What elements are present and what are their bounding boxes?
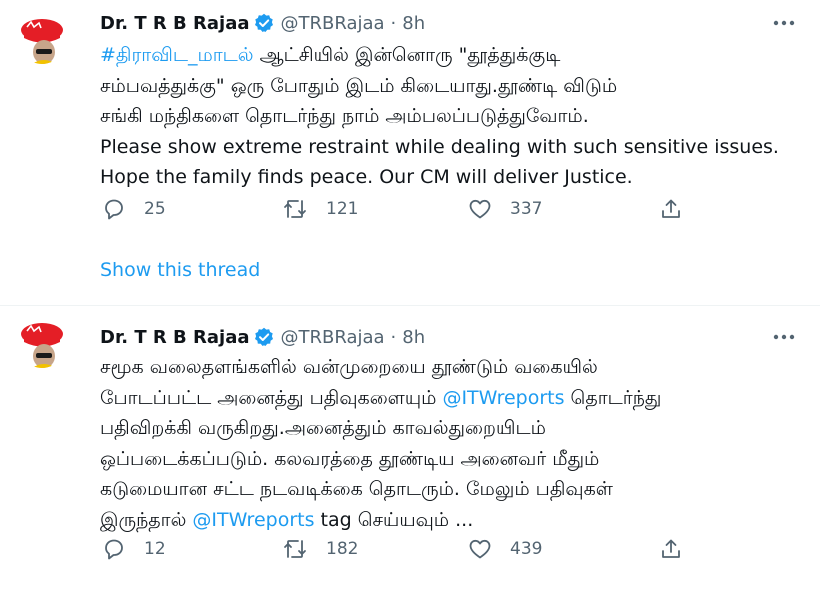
heart-icon: [468, 197, 492, 221]
reply-icon: [102, 197, 126, 221]
share-icon: [659, 197, 683, 221]
author-handle[interactable]: @TRBRajaa: [280, 13, 384, 34]
tweet-text: #திராவிட_மாடல் ஆட்சியில் இன்னொரு "தூத்து…: [100, 40, 790, 193]
reply-count: 25: [144, 199, 166, 219]
tweet-timestamp[interactable]: 8h: [402, 13, 425, 34]
tweet-timestamp[interactable]: 8h: [402, 327, 425, 348]
more-options-icon[interactable]: [770, 12, 798, 34]
separator-dot: ·: [390, 326, 397, 348]
retweet-button[interactable]: 182: [282, 536, 358, 562]
verified-badge-icon: [254, 327, 274, 347]
share-icon: [659, 537, 683, 561]
tweet[interactable]: Dr. T R B Rajaa @TRBRajaa · 8h சமூக வலைத…: [0, 306, 820, 600]
verified-badge-icon: [254, 13, 274, 33]
tweet-actions: 25 121 337: [100, 196, 700, 222]
separator-dot: ·: [390, 12, 397, 34]
heart-icon: [468, 537, 492, 561]
like-button[interactable]: 439: [468, 536, 542, 562]
retweet-icon: [282, 197, 308, 221]
share-button[interactable]: [659, 536, 683, 562]
tweet[interactable]: Dr. T R B Rajaa @TRBRajaa · 8h #திராவிட_…: [0, 0, 820, 305]
tweet-header: Dr. T R B Rajaa @TRBRajaa · 8h: [100, 11, 425, 35]
retweet-count: 121: [326, 199, 359, 219]
tweet-body: tag செய்யவும் ...: [314, 508, 474, 531]
profile-avatar[interactable]: [18, 16, 66, 64]
like-count: 337: [510, 199, 543, 219]
retweet-button[interactable]: 121: [282, 196, 358, 222]
profile-avatar[interactable]: [18, 320, 66, 368]
mention-link[interactable]: @ITWreports: [442, 387, 564, 409]
tweet-actions: 12 182 439: [100, 536, 700, 562]
author-handle[interactable]: @TRBRajaa: [280, 327, 384, 348]
show-thread-link[interactable]: Show this thread: [100, 259, 260, 281]
reply-icon: [102, 537, 126, 561]
reply-button[interactable]: 25: [102, 196, 166, 222]
tweet-header: Dr. T R B Rajaa @TRBRajaa · 8h: [100, 325, 425, 349]
author-name[interactable]: Dr. T R B Rajaa: [100, 13, 249, 34]
reply-button[interactable]: 12: [102, 536, 166, 562]
retweet-icon: [282, 537, 308, 561]
hashtag-link[interactable]: #திராவிட_மாடல்: [100, 44, 254, 66]
mention-link[interactable]: @ITWreports: [192, 509, 314, 531]
retweet-count: 182: [326, 539, 359, 559]
like-button[interactable]: 337: [468, 196, 542, 222]
author-name[interactable]: Dr. T R B Rajaa: [100, 327, 249, 348]
share-button[interactable]: [659, 196, 683, 222]
tweet-text: சமூக வலைதளங்களில் வன்முறையை தூண்டும் வகை…: [100, 352, 790, 535]
like-count: 439: [510, 539, 543, 559]
reply-count: 12: [144, 539, 166, 559]
more-options-icon[interactable]: [770, 326, 798, 348]
